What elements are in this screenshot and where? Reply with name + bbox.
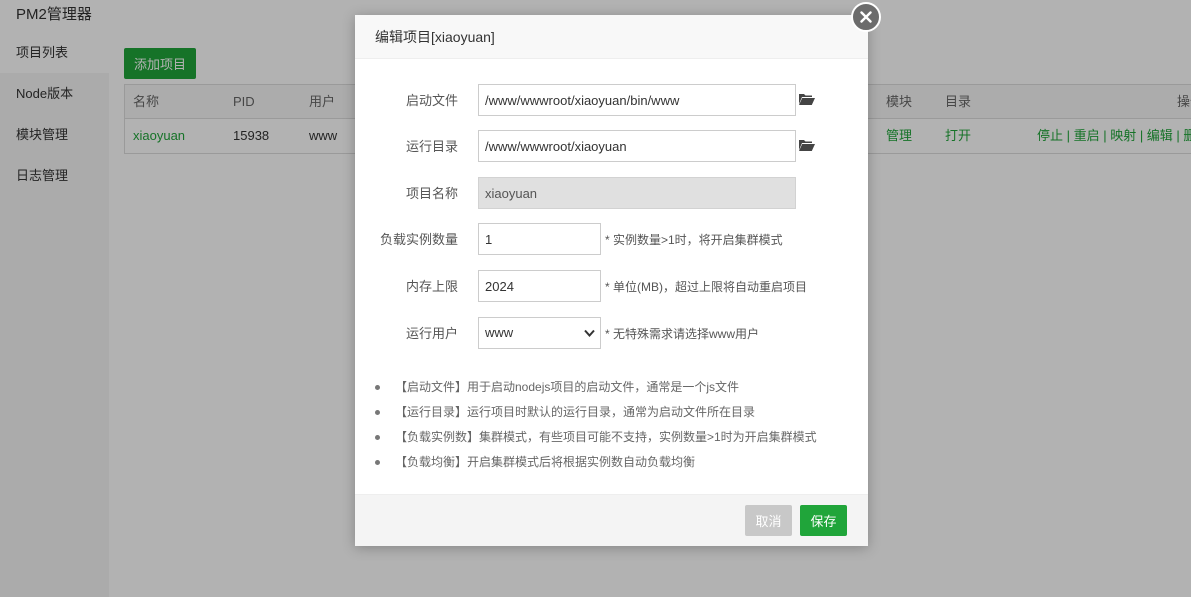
close-button[interactable] xyxy=(851,2,881,32)
tip-text: 【负载实例数】集群模式，有些项目可能不支持，实例数量>1时为开启集群模式 xyxy=(395,430,817,444)
form-row-start-file: 启动文件 xyxy=(355,84,868,118)
run-user-hint: * 无特殊需求请选择www用户 xyxy=(605,327,760,341)
edit-project-dialog: 编辑项目[xiaoyuan] 启动文件 运行目录 项目名称 负载实例数量 * 实… xyxy=(355,2,881,546)
start-file-label: 启动文件 xyxy=(405,93,458,108)
tip-text: 【启动文件】用于启动nodejs项目的启动文件，通常是一个js文件 xyxy=(395,380,740,394)
dialog-title: 编辑项目[xiaoyuan] xyxy=(355,15,868,59)
form-row-project-name: 项目名称 xyxy=(355,177,868,211)
project-name-label: 项目名称 xyxy=(405,186,458,201)
folder-open-icon[interactable] xyxy=(799,93,815,105)
instances-input[interactable] xyxy=(478,223,601,255)
chevron-down-icon xyxy=(584,329,595,337)
folder-open-icon[interactable] xyxy=(799,139,815,151)
instances-label: 负载实例数量 xyxy=(379,232,458,247)
form-row-run-dir: 运行目录 xyxy=(355,130,868,164)
memory-label: 内存上限 xyxy=(405,279,458,294)
run-dir-label: 运行目录 xyxy=(405,139,458,154)
list-item: 【运行目录】运行项目时默认的运行目录，通常为启动文件所在目录 xyxy=(375,400,855,425)
tip-text: 【运行目录】运行项目时默认的运行目录，通常为启动文件所在目录 xyxy=(395,405,756,419)
start-file-input[interactable] xyxy=(478,84,796,116)
tips-list: 【启动文件】用于启动nodejs项目的启动文件，通常是一个js文件 【运行目录】… xyxy=(375,375,855,475)
form-row-memory: 内存上限 * 单位(MB)，超过上限将自动重启项目 xyxy=(355,270,868,304)
save-button[interactable]: 保存 xyxy=(800,505,847,536)
bullet xyxy=(375,385,380,390)
bullet xyxy=(375,410,380,415)
run-user-value: www xyxy=(485,325,514,340)
form-row-instances: 负载实例数量 * 实例数量>1时，将开启集群模式 xyxy=(355,223,868,257)
instances-hint: * 实例数量>1时，将开启集群模式 xyxy=(605,233,783,247)
list-item: 【负载均衡】开启集群模式后将根据实例数自动负载均衡 xyxy=(375,450,855,475)
memory-hint: * 单位(MB)，超过上限将自动重启项目 xyxy=(605,280,807,294)
project-name-input xyxy=(478,177,796,209)
form-row-run-user: 运行用户 www * 无特殊需求请选择www用户 xyxy=(355,317,868,351)
bullet xyxy=(375,435,380,440)
run-user-label: 运行用户 xyxy=(405,326,458,341)
run-dir-input[interactable] xyxy=(478,130,796,162)
bullet xyxy=(375,460,380,465)
memory-input[interactable] xyxy=(478,270,601,302)
list-item: 【启动文件】用于启动nodejs项目的启动文件，通常是一个js文件 xyxy=(375,375,855,400)
list-item: 【负载实例数】集群模式，有些项目可能不支持，实例数量>1时为开启集群模式 xyxy=(375,425,855,450)
tip-text: 【负载均衡】开启集群模式后将根据实例数自动负载均衡 xyxy=(395,455,696,469)
run-user-select[interactable]: www xyxy=(478,317,601,349)
close-icon xyxy=(860,11,872,23)
dialog-footer: 取消 保存 xyxy=(355,494,868,546)
cancel-button[interactable]: 取消 xyxy=(745,505,792,536)
